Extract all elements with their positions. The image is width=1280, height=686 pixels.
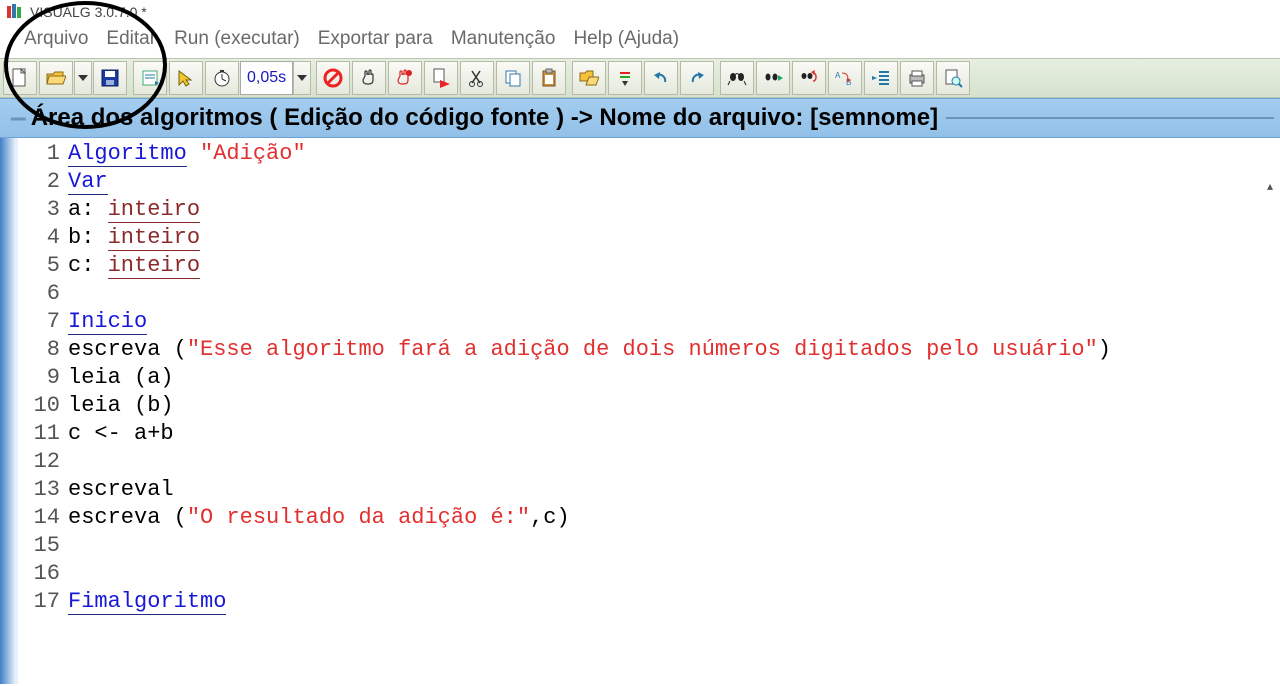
- code-line[interactable]: 9leia (a): [18, 364, 1280, 392]
- timer-dropdown[interactable]: [293, 61, 311, 95]
- line-content[interactable]: Var: [68, 168, 108, 196]
- code-line[interactable]: 12: [18, 448, 1280, 476]
- line-number: 14: [18, 504, 68, 532]
- cut-button[interactable]: [460, 61, 494, 95]
- line-number: 5: [18, 252, 68, 280]
- code-area[interactable]: 1Algoritmo "Adição"2Var3a: inteiro4b: in…: [18, 138, 1280, 684]
- code-line[interactable]: 1Algoritmo "Adição": [18, 140, 1280, 168]
- menu-exportar[interactable]: Exportar para: [318, 28, 433, 50]
- line-number: 1: [18, 140, 68, 168]
- menu-manutencao[interactable]: Manutenção: [451, 28, 556, 50]
- arrange-button[interactable]: [133, 61, 167, 95]
- line-number: 9: [18, 364, 68, 392]
- menu-run[interactable]: Run (executar): [174, 28, 300, 50]
- code-line[interactable]: 7Inicio: [18, 308, 1280, 336]
- app-title: VISUALG 3.0.7.0 *: [30, 4, 147, 20]
- line-content[interactable]: escreva ("Esse algoritmo fará a adição d…: [68, 336, 1111, 364]
- paste-button[interactable]: [532, 61, 566, 95]
- open-dropdown[interactable]: [74, 61, 92, 95]
- line-number: 8: [18, 336, 68, 364]
- caption-dash-left: –: [6, 101, 31, 135]
- open-file-button[interactable]: [39, 61, 73, 95]
- code-line[interactable]: 17Fimalgoritmo: [18, 588, 1280, 616]
- code-line[interactable]: 2Var: [18, 168, 1280, 196]
- line-content[interactable]: b: inteiro: [68, 224, 200, 252]
- caption-line: [946, 117, 1274, 119]
- replace-ab-button[interactable]: AB: [828, 61, 862, 95]
- redo-button[interactable]: [680, 61, 714, 95]
- copy-button[interactable]: [496, 61, 530, 95]
- line-number: 12: [18, 448, 68, 476]
- line-number: 7: [18, 308, 68, 336]
- save-button[interactable]: [93, 61, 127, 95]
- code-line[interactable]: 3a: inteiro: [18, 196, 1280, 224]
- line-number: 2: [18, 168, 68, 196]
- line-content[interactable]: leia (a): [68, 364, 174, 392]
- pointer-button[interactable]: [169, 61, 203, 95]
- run-button[interactable]: [424, 61, 458, 95]
- line-content[interactable]: a: inteiro: [68, 196, 200, 224]
- line-number: 3: [18, 196, 68, 224]
- line-number: 15: [18, 532, 68, 560]
- title-bar: VISUALG 3.0.7.0 *: [0, 0, 1280, 24]
- section-caption: – Área dos algoritmos ( Edição do código…: [0, 98, 1280, 138]
- line-number: 17: [18, 588, 68, 616]
- code-line[interactable]: 4b: inteiro: [18, 224, 1280, 252]
- code-line[interactable]: 8escreva ("Esse algoritmo fará a adição …: [18, 336, 1280, 364]
- svg-text:A: A: [835, 71, 841, 80]
- line-content[interactable]: leia (b): [68, 392, 174, 420]
- menu-editar[interactable]: Editar: [106, 28, 156, 50]
- find-next-button[interactable]: [756, 61, 790, 95]
- toolbar: 0,05s AB: [0, 58, 1280, 98]
- line-content[interactable]: c: inteiro: [68, 252, 200, 280]
- line-number: 4: [18, 224, 68, 252]
- code-line[interactable]: 13escreval: [18, 476, 1280, 504]
- line-content[interactable]: Inicio: [68, 308, 147, 336]
- code-editor[interactable]: 1Algoritmo "Adição"2Var3a: inteiro4b: in…: [0, 138, 1280, 684]
- print-button[interactable]: [900, 61, 934, 95]
- preview-button[interactable]: [936, 61, 970, 95]
- indent-button[interactable]: [864, 61, 898, 95]
- menu-arquivo[interactable]: Arquivo: [24, 28, 88, 50]
- new-file-button[interactable]: [3, 61, 37, 95]
- code-line[interactable]: 15: [18, 532, 1280, 560]
- timer-icon-button[interactable]: [205, 61, 239, 95]
- caption-text: Área dos algoritmos ( Edição do código f…: [31, 104, 938, 132]
- code-line[interactable]: 10leia (b): [18, 392, 1280, 420]
- code-line[interactable]: 14escreva ("O resultado da adição é:",c): [18, 504, 1280, 532]
- menu-help[interactable]: Help (Ajuda): [573, 28, 679, 50]
- undo-button[interactable]: [644, 61, 678, 95]
- line-number: 11: [18, 420, 68, 448]
- line-number: 16: [18, 560, 68, 588]
- code-line[interactable]: 6: [18, 280, 1280, 308]
- hand-stop-button[interactable]: [388, 61, 422, 95]
- code-line[interactable]: 16: [18, 560, 1280, 588]
- menu-bar: Arquivo Editar Run (executar) Exportar p…: [0, 24, 1280, 58]
- code-line[interactable]: 11c <- a+b: [18, 420, 1280, 448]
- timer-value[interactable]: 0,05s: [240, 61, 293, 95]
- line-number: 10: [18, 392, 68, 420]
- line-content[interactable]: Algoritmo "Adição": [68, 140, 306, 168]
- stop-button[interactable]: [316, 61, 350, 95]
- line-number: 6: [18, 280, 68, 308]
- line-content[interactable]: escreva ("O resultado da adição é:",c): [68, 504, 570, 532]
- find-button[interactable]: [720, 61, 754, 95]
- line-content[interactable]: escreval: [68, 476, 174, 504]
- toggle-button[interactable]: [608, 61, 642, 95]
- folder-tree-button[interactable]: [572, 61, 606, 95]
- app-logo-icon: [6, 3, 24, 21]
- line-content[interactable]: c <- a+b: [68, 420, 174, 448]
- gutter-gradient: [0, 138, 18, 684]
- hand-button[interactable]: [352, 61, 386, 95]
- scroll-up-button[interactable]: ▴: [1260, 175, 1280, 197]
- replace-button[interactable]: [792, 61, 826, 95]
- line-content[interactable]: Fimalgoritmo: [68, 588, 226, 616]
- code-line[interactable]: 5c: inteiro: [18, 252, 1280, 280]
- line-number: 13: [18, 476, 68, 504]
